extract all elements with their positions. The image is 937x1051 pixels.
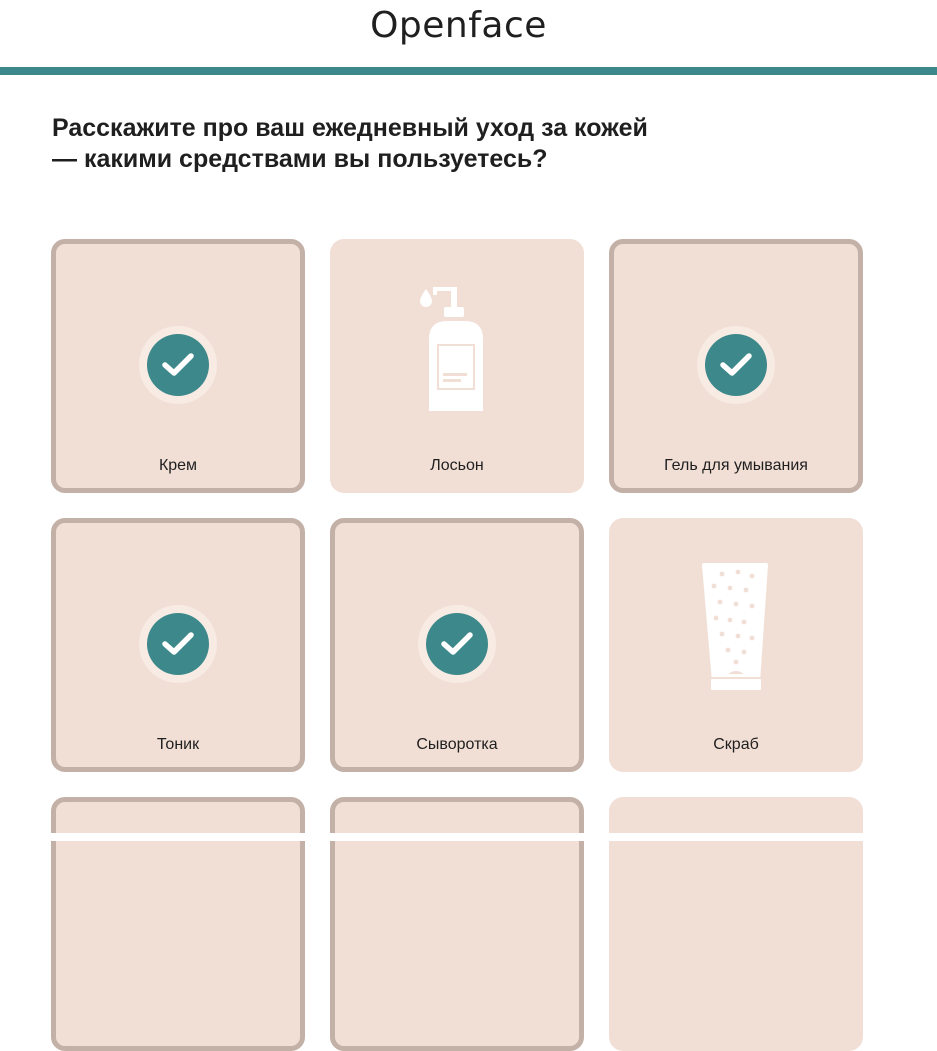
option-card-loson[interactable]: Лосьон — [330, 239, 584, 493]
option-label: Сыворотка — [416, 736, 498, 753]
option-card-krem[interactable]: Крем — [51, 239, 305, 493]
check-icon — [426, 613, 488, 675]
check-icon — [705, 334, 767, 396]
header-accent-bar — [0, 67, 937, 75]
check-icon — [147, 334, 209, 396]
lotion-pump-bottle-icon — [420, 287, 483, 411]
check-badge — [418, 605, 496, 683]
option-label: Крем — [158, 457, 198, 474]
option-label: Гель для умывания — [664, 457, 808, 474]
check-badge — [139, 605, 217, 683]
option-card-gel[interactable]: Гель для умывания — [609, 239, 863, 493]
check-badge — [139, 326, 217, 404]
option-card-tonik[interactable]: Тоник — [51, 518, 305, 772]
option-label: Лосьон — [430, 457, 484, 474]
site-header: Openface — [0, 0, 937, 67]
option-card-skrab[interactable]: Скраб — [609, 518, 863, 772]
viewport-bottom — [0, 833, 937, 841]
check-badge — [697, 326, 775, 404]
option-label: Скраб — [713, 736, 759, 753]
openface-logo[interactable]: Openface — [0, 5, 917, 46]
question-title: Расскажите про ваш ежедневный уход за ко… — [52, 114, 648, 173]
option-card-syvorotka[interactable]: Сыворотка — [330, 518, 584, 772]
check-icon — [147, 613, 209, 675]
scrub-tube-icon — [702, 563, 768, 692]
option-label: Тоник — [156, 736, 200, 753]
